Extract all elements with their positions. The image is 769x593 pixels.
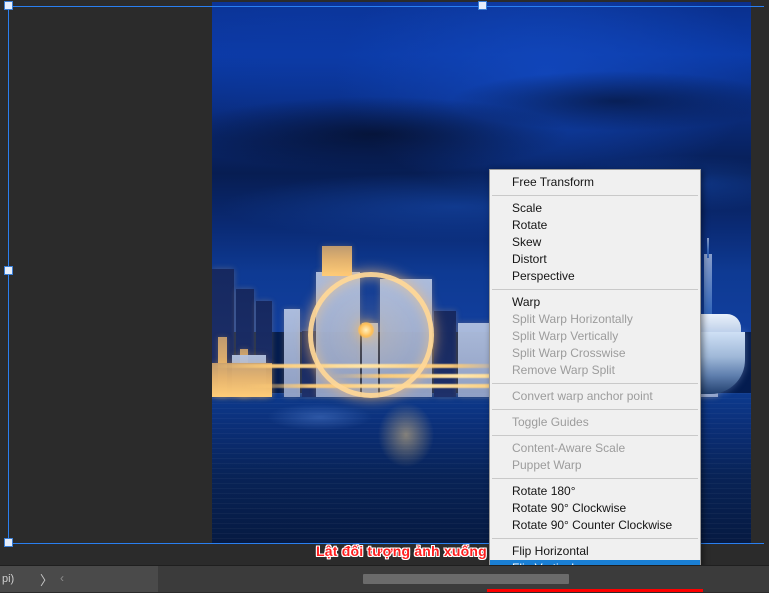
horizontal-scrollbar-thumb[interactable]	[363, 574, 569, 584]
menu-item-warp[interactable]: Warp	[490, 294, 700, 311]
transform-edge-top[interactable]	[4, 6, 764, 7]
menu-separator	[492, 409, 698, 410]
status-bar: pi) 〉 ‹	[0, 565, 769, 592]
menu-item-puppet-warp: Puppet Warp	[512, 458, 582, 472]
menu-item-rotate-180[interactable]: Rotate 180°	[490, 483, 700, 500]
document-resolution-label: pi)	[2, 573, 15, 585]
menu-item-distort[interactable]: Distort	[490, 251, 700, 268]
menu-item-convert-warp-anchor-point: Convert warp anchor point	[512, 389, 653, 403]
menu-item-rotate-90-counter-clockwise[interactable]: Rotate 90° Counter Clockwise	[490, 517, 700, 534]
menu-separator	[492, 383, 698, 384]
transform-handle-bottom-left[interactable]	[4, 538, 13, 547]
menu-item-rotate[interactable]: Rotate	[490, 217, 700, 234]
menu-item-perspective[interactable]: Perspective	[490, 268, 700, 285]
menu-item-flip-horizontal[interactable]: Flip Horizontal	[490, 543, 700, 560]
ferris-wheel-hub	[358, 322, 374, 338]
menu-separator	[492, 289, 698, 290]
annotation-label: Lật đối tượng ảnh xuống	[316, 543, 487, 559]
menu-separator	[492, 435, 698, 436]
menu-item-content-aware-scale: Content-Aware Scale	[512, 441, 626, 455]
radio-tower-mast	[707, 238, 709, 258]
menu-item-free-transform[interactable]: Free Transform	[490, 174, 700, 191]
menu-separator	[492, 195, 698, 196]
menu-item-toggle-guides: Toggle Guides	[512, 415, 589, 429]
menu-separator	[492, 478, 698, 479]
status-bar-left-panel[interactable]: pi) 〉 ‹	[0, 566, 158, 592]
transform-handle-top-center[interactable]	[478, 1, 487, 10]
menu-item-scale[interactable]: Scale	[490, 200, 700, 217]
chevron-right-icon[interactable]: 〉	[40, 570, 53, 589]
chevron-left-icon[interactable]: ‹	[60, 571, 64, 585]
transform-handle-middle-left[interactable]	[4, 266, 13, 275]
transform-edge-left[interactable]	[8, 6, 9, 544]
menu-item-split-warp-crosswise: Split Warp Crosswise	[512, 346, 626, 360]
menu-item-split-warp-vertically: Split Warp Vertically	[512, 329, 619, 343]
menu-separator	[492, 538, 698, 539]
menu-item-split-warp-horizontally: Split Warp Horizontally	[512, 312, 633, 326]
menu-item-skew[interactable]: Skew	[490, 234, 700, 251]
transform-context-menu[interactable]: Free Transform Scale Rotate Skew Distort Pers…	[489, 169, 701, 581]
menu-item-remove-warp-split: Remove Warp Split	[512, 363, 615, 377]
transform-handle-top-left[interactable]	[4, 1, 13, 10]
photoshop-window: Lật đối tượng ảnh xuống Free Transform Sc…	[0, 0, 769, 592]
menu-item-rotate-90-clockwise[interactable]: Rotate 90° Clockwise	[490, 500, 700, 517]
